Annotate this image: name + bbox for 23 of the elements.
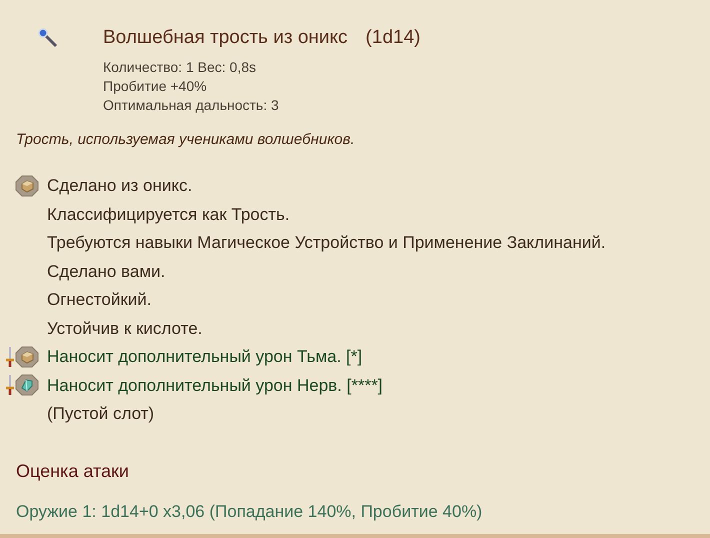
item-property: Устойчив к кислоте.: [47, 318, 202, 340]
wand-icon: [38, 28, 58, 48]
item-property: Сделано вами.: [47, 260, 166, 282]
sword-icon: [5, 346, 15, 368]
damage-dice: (1d14): [366, 26, 420, 50]
sword-icon: [5, 374, 15, 396]
item-description: Трость, используемая учениками волшебников.: [16, 130, 356, 150]
section-heading: Оценка атаки: [16, 460, 130, 483]
item-property: Сделано из оникс.: [47, 175, 192, 197]
item-property: Наносит дополнительный урон Нерв. [****]: [47, 374, 383, 396]
item-property: Наносит дополнительный урон Тьма. [*]: [47, 346, 362, 368]
item-stat: Количество: 1 Вес: 0,8s: [103, 58, 258, 77]
item-property: Классифицируется как Трость.: [47, 204, 290, 226]
item-title: Волшебная трость из оникс: [103, 26, 348, 50]
empty-slot: (Пустой слот): [47, 401, 154, 426]
item-property: Огнестойкий.: [47, 289, 152, 311]
material-box-icon: [15, 346, 39, 368]
item-property: Требуются навыки Магическое Устройство и Применение Заклинаний.: [47, 232, 606, 254]
item-stat: Пробитие +40%: [103, 77, 208, 96]
item-stat: Оптимальная дальность: 3: [103, 96, 280, 115]
crystal-icon: [15, 374, 39, 396]
material-box-icon: [15, 174, 39, 197]
attack-stat: Оружие 1: 1d14+0 x3,06 (Попадание 140%, Пробитие 40%): [16, 501, 484, 523]
